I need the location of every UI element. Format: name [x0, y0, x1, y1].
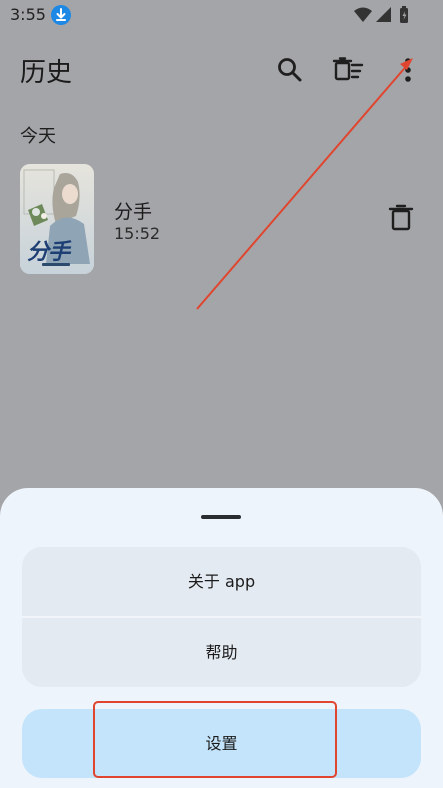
cover-title: 分手	[27, 240, 70, 265]
drag-handle[interactable]	[201, 515, 241, 519]
trash-icon	[388, 204, 414, 231]
app-bar: 历史	[0, 40, 443, 100]
status-time: 3:55	[10, 5, 46, 24]
menu-group: 关于 app 帮助	[22, 547, 421, 687]
clear-history-button[interactable]	[332, 54, 364, 86]
delete-item-button[interactable]	[386, 202, 416, 234]
signal-icon	[376, 7, 391, 22]
search-button[interactable]	[274, 54, 306, 86]
menu-item-about[interactable]: 关于 app	[22, 547, 421, 616]
status-bar: 3:55	[0, 0, 443, 30]
search-icon	[278, 58, 302, 82]
menu-item-help[interactable]: 帮助	[22, 618, 421, 687]
download-icon	[51, 5, 71, 25]
item-title: 分手	[114, 201, 153, 223]
more-options-button[interactable]	[392, 54, 424, 86]
section-header-today: 今天	[20, 126, 56, 147]
book-cover[interactable]: 分手	[20, 164, 94, 274]
delete-sweep-icon	[332, 57, 364, 81]
settings-button[interactable]: 设置	[22, 709, 421, 778]
more-vert-icon	[405, 58, 411, 82]
bottom-sheet: 关于 app 帮助 设置	[0, 488, 443, 788]
cover-subtitle-decoration	[42, 263, 70, 266]
status-icons	[353, 6, 413, 24]
item-time: 15:52	[114, 224, 161, 243]
history-item[interactable]: 分手 分手 15:52	[0, 162, 443, 276]
wifi-icon	[354, 7, 372, 22]
battery-icon	[400, 6, 408, 23]
page-title: 历史	[20, 58, 73, 88]
